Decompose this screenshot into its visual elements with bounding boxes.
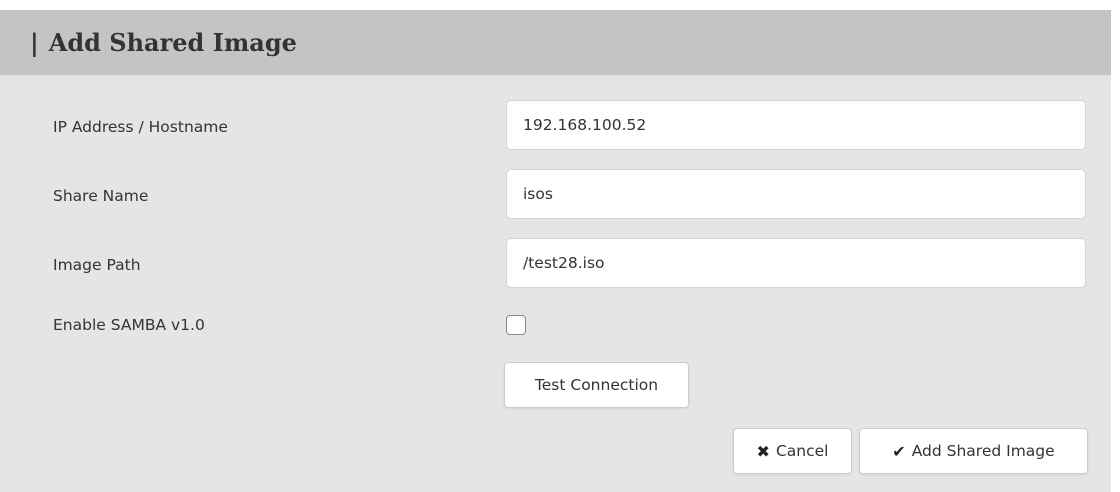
x-mark-icon: ✖ (756, 441, 770, 461)
test-connection-label: Test Connection (534, 376, 659, 394)
add-shared-image-dialog: | Add Shared Image IP Address / Hostname … (0, 10, 1111, 492)
image-path-label: Image Path (53, 256, 141, 274)
ip-address-label: IP Address / Hostname (53, 118, 228, 136)
add-shared-image-label: Add Shared Image (911, 442, 1055, 460)
title-bar-glyph: | (30, 28, 39, 57)
dialog-header: | Add Shared Image (0, 10, 1111, 75)
checkmark-icon: ✔ (892, 441, 906, 461)
add-shared-image-button[interactable]: ✔ Add Shared Image (859, 428, 1088, 474)
cancel-label: Cancel (775, 442, 829, 460)
dialog-title-text: Add Shared Image (48, 28, 297, 57)
share-name-label: Share Name (53, 187, 149, 205)
ip-address-input[interactable] (506, 100, 1086, 150)
test-connection-button[interactable]: Test Connection (504, 362, 689, 408)
dialog-title: | Add Shared Image (30, 28, 297, 57)
share-name-input[interactable] (506, 169, 1086, 219)
image-path-input[interactable] (506, 238, 1086, 288)
enable-samba-label: Enable SAMBA v1.0 (53, 316, 205, 334)
cancel-button[interactable]: ✖ Cancel (733, 428, 852, 474)
enable-samba-checkbox[interactable] (506, 315, 526, 335)
